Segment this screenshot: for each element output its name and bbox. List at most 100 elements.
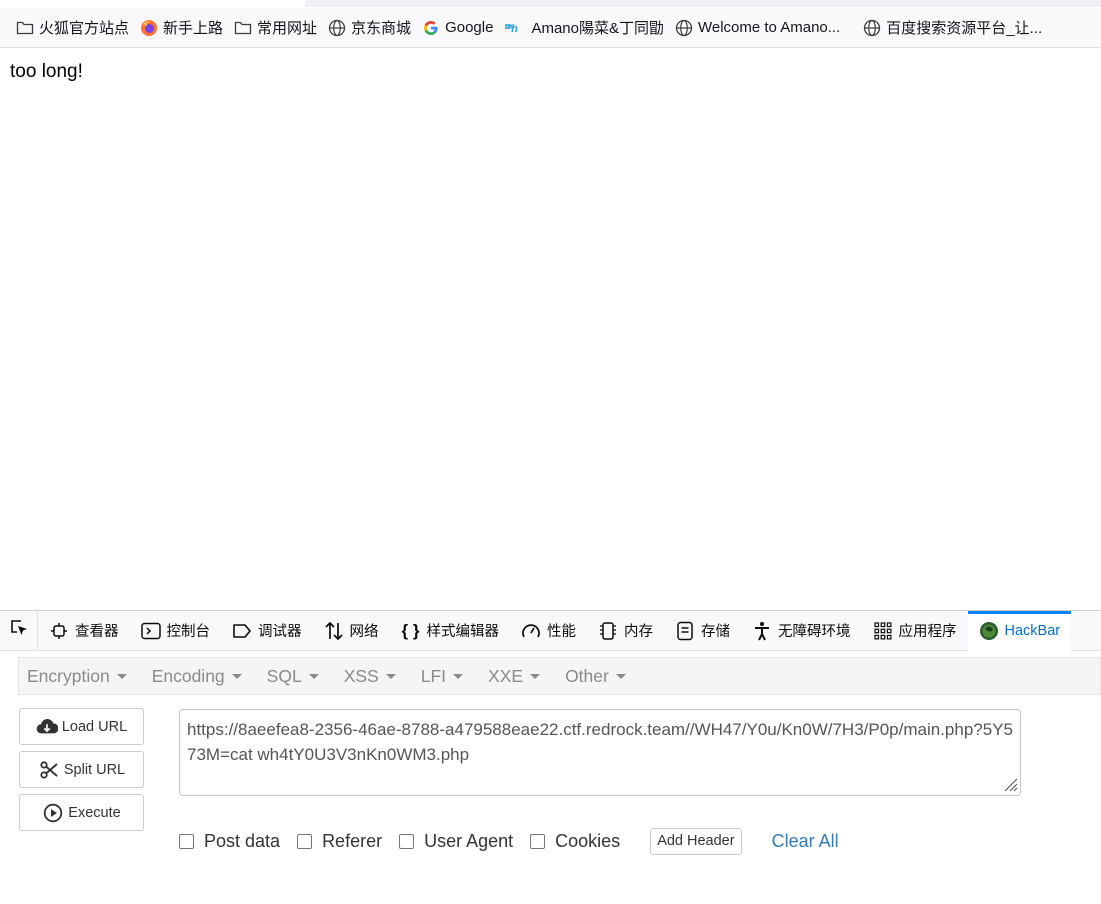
caret-down-icon bbox=[231, 673, 242, 679]
bookmarks-toolbar: 火狐官方站点 新手上路 常用网址 京东商城 Google ꟹh Amano陽菜&… bbox=[0, 8, 1101, 48]
execute-button[interactable]: Execute bbox=[19, 794, 144, 831]
tab-accessibility[interactable]: 无障碍环境 bbox=[741, 611, 862, 651]
firefox-icon bbox=[140, 19, 158, 37]
add-header-button[interactable]: Add Header bbox=[650, 827, 742, 855]
bookmark-jd[interactable]: 京东商城 bbox=[326, 14, 417, 42]
menu-lfi[interactable]: LFI bbox=[420, 665, 464, 687]
checkbox-box[interactable] bbox=[297, 833, 313, 849]
user-agent-checkbox[interactable]: User Agent bbox=[399, 831, 513, 852]
tab-performance[interactable]: 性能 bbox=[510, 611, 587, 651]
tab-label: 调试器 bbox=[258, 624, 302, 640]
tab-label: 无障碍环境 bbox=[778, 624, 851, 640]
tab-label: HackBar bbox=[1004, 622, 1061, 639]
caret-down-icon bbox=[385, 673, 396, 679]
menu-encryption[interactable]: Encryption bbox=[27, 666, 127, 687]
tab-label: 性能 bbox=[547, 624, 576, 640]
bookmark-baidu-resources[interactable]: 百度搜索资源平台_让... bbox=[861, 14, 1048, 42]
checkbox-box[interactable] bbox=[399, 833, 415, 849]
menu-label: Encryption bbox=[27, 665, 110, 686]
referer-checkbox[interactable]: Referer bbox=[297, 831, 382, 852]
globe-icon bbox=[863, 19, 881, 37]
bookmark-label: 新手上路 bbox=[163, 20, 224, 37]
tab-memory[interactable]: 内存 bbox=[587, 611, 664, 651]
bookmark-google[interactable]: Google bbox=[420, 14, 499, 42]
caret-down-icon bbox=[116, 673, 127, 679]
bookmark-getting-started[interactable]: 新手上路 bbox=[138, 14, 229, 42]
menu-sql[interactable]: SQL bbox=[267, 666, 319, 687]
option-label: User Agent bbox=[424, 830, 514, 851]
caret-down-icon bbox=[615, 673, 626, 679]
menu-label: Other bbox=[565, 665, 609, 686]
option-label: Cookies bbox=[555, 830, 621, 851]
load-url-button[interactable]: Load URL bbox=[19, 708, 144, 745]
url-textarea[interactable]: https://8aeefea8-2356-46ae-8788-a479588e… bbox=[179, 709, 1021, 796]
caret-down-icon bbox=[530, 673, 541, 679]
checkbox-box[interactable] bbox=[179, 833, 194, 849]
scissors-icon bbox=[38, 759, 60, 781]
bookmark-label: 京东商城 bbox=[351, 20, 412, 37]
option-label: Referer bbox=[322, 830, 383, 851]
hackbar-options: Post data Referer User Agent Cookies Add… bbox=[179, 826, 839, 856]
cookies-checkbox[interactable]: Cookies bbox=[530, 831, 620, 852]
tab-label: 查看器 bbox=[75, 624, 119, 640]
console-icon bbox=[140, 621, 161, 641]
bookmark-label: Google bbox=[445, 19, 494, 36]
braces-icon: { } bbox=[401, 620, 420, 640]
bookmark-label: Welcome to Amano... bbox=[697, 19, 841, 36]
caret-down-icon bbox=[453, 673, 464, 679]
clear-all-link[interactable]: Clear All bbox=[772, 831, 839, 852]
debugger-icon bbox=[232, 621, 252, 641]
globe-icon bbox=[675, 19, 693, 37]
hackbar-menubar: Encryption Encoding SQL XSS LFI XXE Othe… bbox=[18, 657, 1101, 695]
bookmark-amano[interactable]: ꟹh Amano陽菜&丁同勖 bbox=[502, 14, 670, 42]
tab-network[interactable]: 网络 bbox=[313, 611, 390, 651]
menu-xss[interactable]: XSS bbox=[344, 666, 396, 687]
inspector-icon bbox=[49, 621, 69, 641]
button-label: Split URL bbox=[63, 761, 126, 778]
bookmark-label: 火狐官方站点 bbox=[39, 20, 130, 37]
devtools-toolbar: 查看器 控制台 调试器 网络 { } 样式编辑器 性能 内存 存储 无障碍环境 … bbox=[0, 610, 1101, 651]
caret-down-icon bbox=[308, 673, 319, 679]
tab-hackbar[interactable]: HackBar bbox=[967, 610, 1072, 651]
tab-label: 网络 bbox=[349, 624, 379, 640]
button-label: Load URL bbox=[61, 718, 128, 735]
tab-application[interactable]: 应用程序 bbox=[862, 611, 968, 651]
bookmark-label: Amano陽菜&丁同勖 bbox=[531, 20, 664, 37]
split-url-button[interactable]: Split URL bbox=[19, 751, 144, 788]
hackbar-icon bbox=[979, 621, 999, 641]
play-circle-icon bbox=[42, 802, 64, 824]
menu-xxe[interactable]: XXE bbox=[488, 665, 541, 687]
menu-label: Encoding bbox=[151, 665, 225, 686]
post-data-checkbox[interactable]: Post data bbox=[179, 831, 280, 852]
resize-grip-icon[interactable] bbox=[1002, 776, 1018, 792]
accessibility-icon bbox=[752, 621, 772, 641]
page-body-text: too long! bbox=[10, 61, 83, 82]
globe-icon bbox=[328, 19, 346, 37]
google-icon bbox=[422, 19, 440, 37]
checkbox-box[interactable] bbox=[530, 833, 546, 849]
tab-label: 控制台 bbox=[166, 624, 211, 640]
tab-inspector[interactable]: 查看器 bbox=[38, 611, 130, 651]
button-label: Execute bbox=[68, 804, 121, 821]
bookmark-folder-firefox-sites[interactable]: 火狐官方站点 bbox=[14, 14, 135, 42]
element-picker-icon bbox=[9, 618, 29, 643]
tab-console[interactable]: 控制台 bbox=[130, 611, 222, 651]
bookmark-label: 常用网址 bbox=[257, 20, 318, 37]
menu-label: XXE bbox=[488, 665, 524, 686]
tab-debugger[interactable]: 调试器 bbox=[221, 611, 313, 651]
bookmark-welcome-amano[interactable]: Welcome to Amano... bbox=[673, 14, 846, 42]
cloud-download-icon bbox=[36, 716, 58, 738]
bookmark-folder-common[interactable]: 常用网址 bbox=[232, 14, 323, 42]
memory-icon bbox=[598, 621, 618, 641]
menu-label: LFI bbox=[420, 665, 447, 686]
menu-label: XSS bbox=[343, 665, 379, 686]
tab-style-editor[interactable]: { } 样式编辑器 bbox=[390, 611, 511, 651]
tab-label: 样式编辑器 bbox=[426, 624, 500, 640]
menu-other[interactable]: Other bbox=[565, 666, 626, 687]
tab-storage[interactable]: 存储 bbox=[664, 611, 741, 651]
bookmark-label: 百度搜索资源平台_让... bbox=[886, 20, 1043, 37]
element-picker-button[interactable] bbox=[0, 610, 38, 651]
tab-label: 内存 bbox=[624, 624, 653, 640]
storage-icon bbox=[675, 621, 695, 641]
menu-encoding[interactable]: Encoding bbox=[152, 666, 242, 687]
